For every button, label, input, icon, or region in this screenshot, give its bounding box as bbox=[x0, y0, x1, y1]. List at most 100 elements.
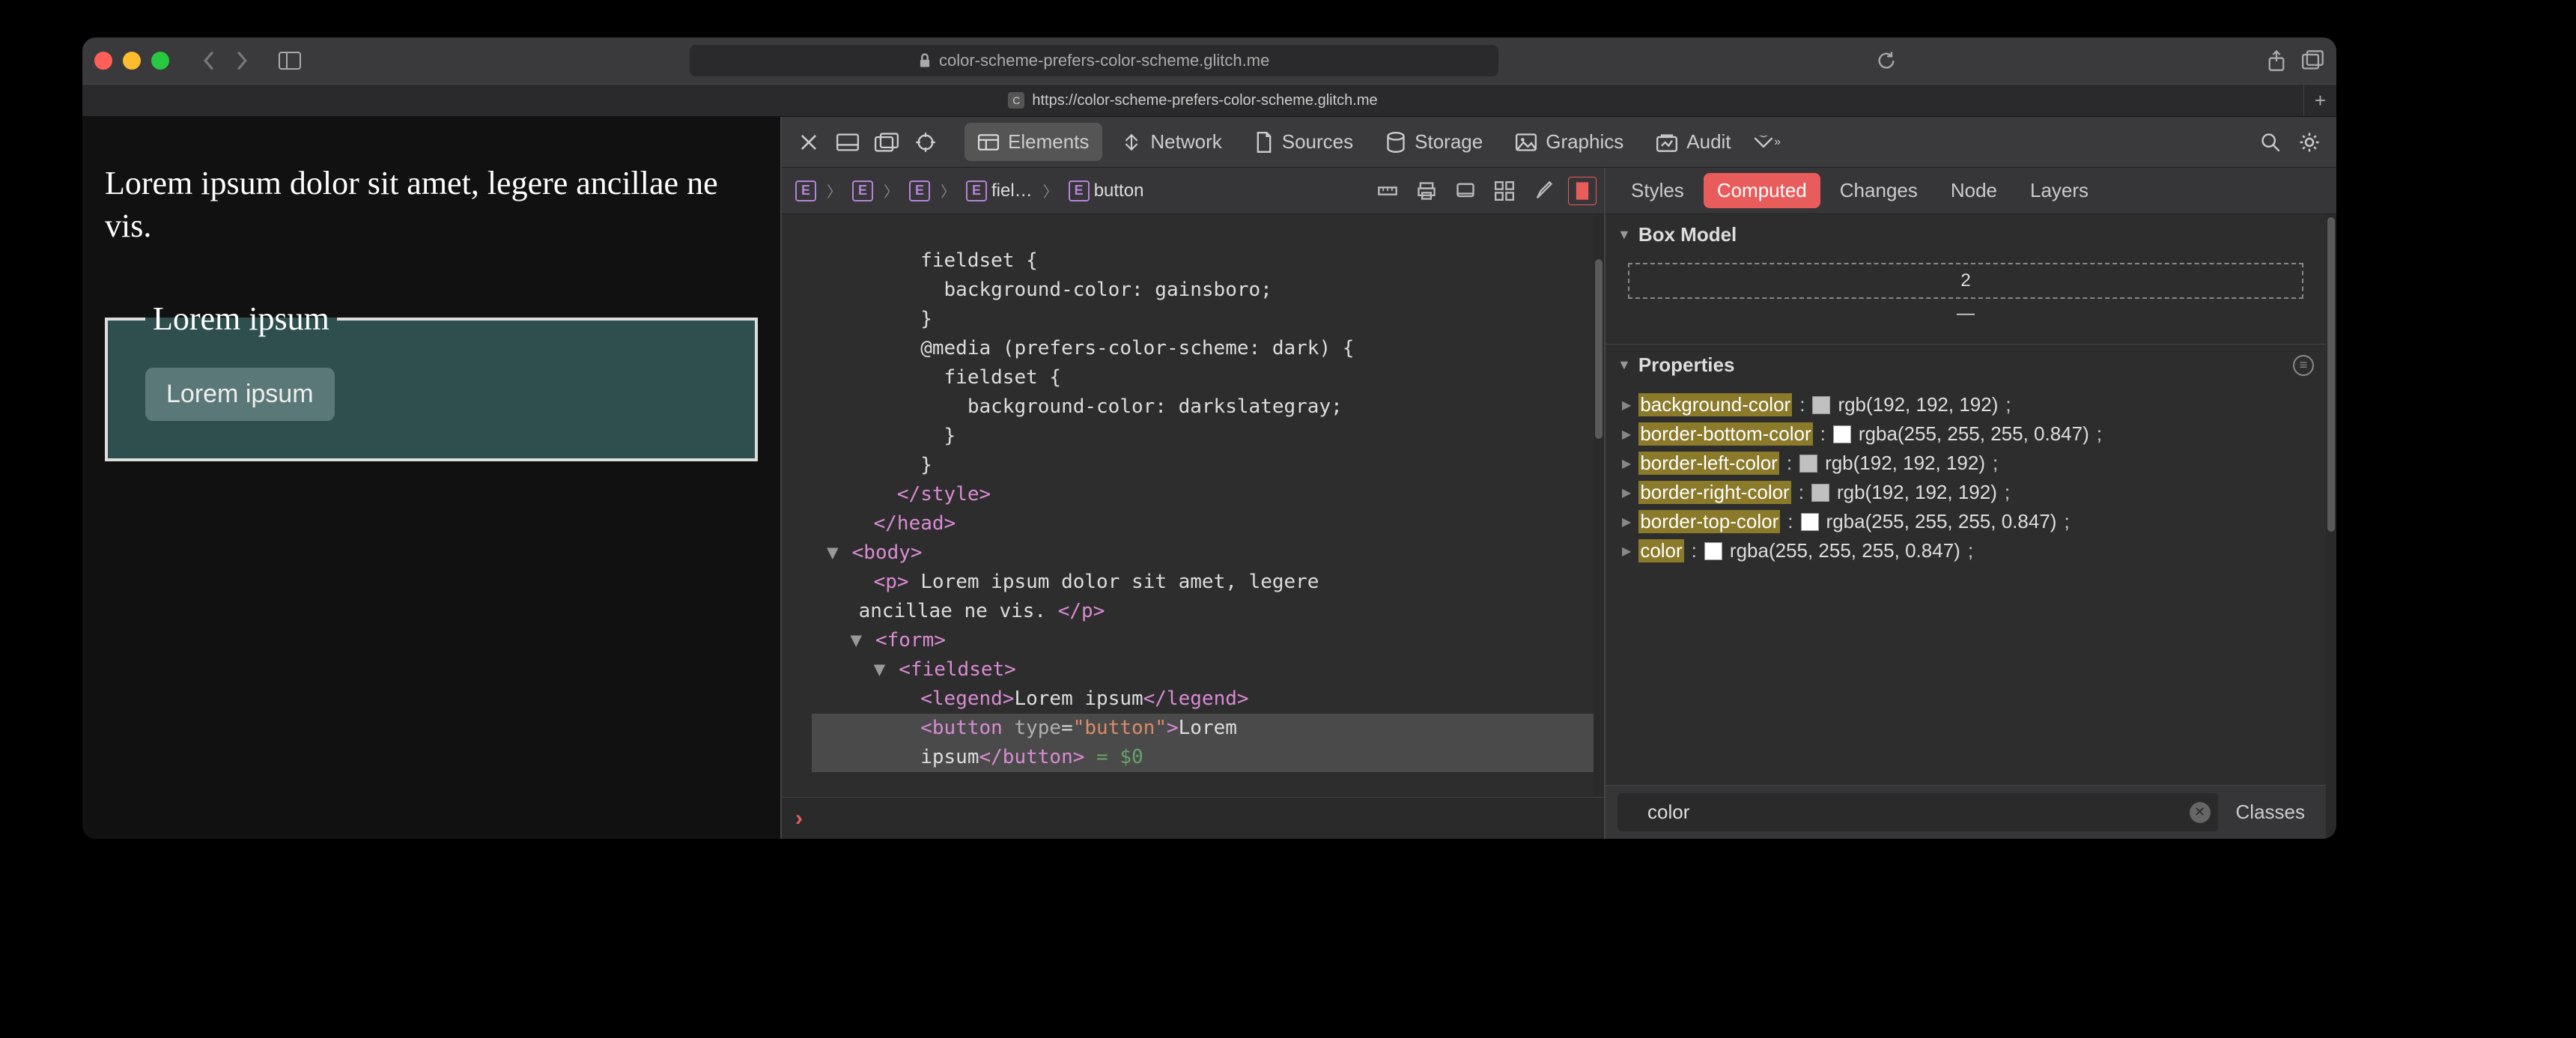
address-bar[interactable]: color-scheme-prefers-color-scheme.glitch… bbox=[690, 45, 1498, 76]
classes-button[interactable]: Classes bbox=[2227, 796, 2314, 828]
tab-styles[interactable]: Styles bbox=[1617, 173, 1698, 208]
chevron-right-icon: ▶ bbox=[1622, 515, 1631, 529]
box-model-top: 2 bbox=[1628, 263, 2303, 299]
property-value: rgba(255, 255, 255, 0.847) bbox=[1826, 510, 2057, 533]
breadcrumb-item[interactable]: E bbox=[789, 177, 822, 204]
new-tab-button[interactable]: + bbox=[2303, 85, 2336, 116]
property-row[interactable]: ▶border-top-color: rgba(255, 255, 255, 0… bbox=[1616, 507, 2315, 536]
properties-section: ▼ Properties ≡ ▶background-color: rgb(19… bbox=[1606, 345, 2326, 785]
property-name: border-bottom-color bbox=[1638, 422, 1812, 446]
tab-node[interactable]: Node bbox=[1937, 173, 2011, 208]
print-icon[interactable] bbox=[1412, 177, 1441, 205]
filter-input[interactable] bbox=[1617, 793, 2218, 831]
property-value: rgb(192, 192, 192) bbox=[1825, 452, 1985, 475]
chevron-down-icon: ▼ bbox=[1617, 227, 1631, 243]
tab-graphics[interactable]: Graphics bbox=[1502, 123, 1637, 161]
audit-icon bbox=[1656, 133, 1677, 152]
page-button[interactable]: Lorem ipsum bbox=[145, 368, 335, 421]
breadcrumb-item[interactable]: Efiel… bbox=[960, 177, 1039, 204]
console-caret-icon: › bbox=[795, 806, 803, 831]
chevron-right-icon: ▶ bbox=[1622, 485, 1631, 500]
elements-panel: E 〉 E 〉 E 〉 Efiel… 〉 Ebutton bbox=[782, 168, 1606, 839]
forward-button[interactable] bbox=[226, 46, 258, 75]
breadcrumb-item[interactable]: E bbox=[903, 177, 936, 204]
property-value: rgba(255, 255, 255, 0.847) bbox=[1730, 539, 1960, 562]
properties-header[interactable]: ▼ Properties ≡ bbox=[1606, 345, 2326, 386]
breadcrumb-item[interactable]: Ebutton bbox=[1063, 177, 1150, 204]
favicon: C bbox=[1008, 92, 1024, 109]
page-legend: Lorem ipsum bbox=[145, 300, 337, 338]
inspect-target-icon[interactable] bbox=[909, 126, 942, 159]
reload-button[interactable] bbox=[1876, 50, 1897, 71]
page-fieldset: Lorem ipsum Lorem ipsum bbox=[105, 300, 758, 461]
color-swatch[interactable] bbox=[1811, 484, 1829, 502]
style-tabs: Styles Computed Changes Node Layers bbox=[1606, 168, 2336, 214]
settings-gear-icon[interactable] bbox=[2293, 126, 2326, 159]
property-row[interactable]: ▶color: rgba(255, 255, 255, 0.847); bbox=[1616, 536, 2315, 565]
tab-network[interactable]: Network bbox=[1108, 123, 1235, 161]
color-swatch[interactable] bbox=[1799, 455, 1817, 473]
tab-changes[interactable]: Changes bbox=[1826, 173, 1931, 208]
brush-icon[interactable] bbox=[1529, 177, 1558, 205]
box-model-section: ▼ Box Model 2 — bbox=[1606, 214, 2326, 345]
sources-icon bbox=[1255, 132, 1273, 153]
tab-sources[interactable]: Sources bbox=[1242, 123, 1367, 161]
graphics-icon bbox=[1516, 133, 1537, 151]
styles-scrollbar[interactable] bbox=[2326, 214, 2336, 839]
clear-filter-icon[interactable]: ✕ bbox=[2190, 802, 2211, 823]
tab-bar: C https://color-scheme-prefers-color-sch… bbox=[82, 84, 2336, 117]
box-model-mid: — bbox=[1628, 299, 2303, 329]
tab-title: https://color-scheme-prefers-color-schem… bbox=[1032, 92, 1377, 109]
ruler-icon[interactable] bbox=[1373, 177, 1402, 205]
filter-row: ☰ ✕ Classes bbox=[1606, 785, 2326, 839]
titlebar: color-scheme-prefers-color-scheme.glitch… bbox=[82, 37, 2336, 84]
tab-storage[interactable]: Storage bbox=[1373, 123, 1496, 161]
back-button[interactable] bbox=[193, 46, 225, 75]
device-icon[interactable] bbox=[1451, 177, 1480, 205]
tabs-overview-icon[interactable] bbox=[2302, 50, 2324, 71]
share-icon[interactable] bbox=[2266, 49, 2287, 72]
property-name: border-right-color bbox=[1638, 481, 1790, 504]
filter-options-icon[interactable]: ≡ bbox=[2293, 355, 2314, 376]
traffic-lights bbox=[94, 52, 169, 70]
box-model-header[interactable]: ▼ Box Model bbox=[1606, 214, 2326, 255]
page-paragraph: Lorem ipsum dolor sit amet, legere ancil… bbox=[105, 162, 758, 247]
property-row[interactable]: ▶border-left-color: rgb(192, 192, 192); bbox=[1616, 449, 2315, 478]
browser-tab[interactable]: C https://color-scheme-prefers-color-sch… bbox=[82, 85, 2303, 116]
maximize-window-button[interactable] bbox=[151, 52, 169, 70]
tab-computed[interactable]: Computed bbox=[1704, 173, 1820, 208]
breadcrumb-item[interactable]: E bbox=[846, 177, 879, 204]
property-row[interactable]: ▶background-color: rgb(192, 192, 192); bbox=[1616, 390, 2315, 419]
chevron-right-icon: ▶ bbox=[1622, 544, 1631, 559]
search-icon[interactable] bbox=[2254, 126, 2287, 159]
color-swatch[interactable] bbox=[1833, 425, 1851, 443]
property-name: border-top-color bbox=[1638, 510, 1780, 533]
property-row[interactable]: ▶border-right-color: rgb(192, 192, 192); bbox=[1616, 478, 2315, 507]
highlight-icon[interactable] bbox=[1568, 177, 1597, 205]
property-name: border-left-color bbox=[1638, 452, 1779, 475]
sidebar-toggle-icon[interactable] bbox=[274, 46, 306, 75]
dock-bottom-icon[interactable] bbox=[831, 126, 864, 159]
minimize-window-button[interactable] bbox=[123, 52, 141, 70]
dom-source[interactable]: fieldset { background-color: gainsboro; … bbox=[782, 214, 1594, 797]
property-row[interactable]: ▶border-bottom-color: rgba(255, 255, 255… bbox=[1616, 419, 2315, 449]
color-swatch[interactable] bbox=[1801, 513, 1819, 531]
tab-elements[interactable]: Elements bbox=[965, 123, 1102, 161]
nav-buttons bbox=[193, 46, 258, 75]
color-swatch[interactable] bbox=[1704, 542, 1722, 560]
rendered-page: Lorem ipsum dolor sit amet, legere ancil… bbox=[82, 117, 780, 839]
chevron-right-icon: ▶ bbox=[1622, 456, 1631, 471]
more-tabs-icon[interactable]: » bbox=[1751, 126, 1784, 159]
devtools-body: E 〉 E 〉 E 〉 Efiel… 〉 Ebutton bbox=[782, 168, 2336, 839]
dock-side-icon[interactable] bbox=[870, 126, 903, 159]
tab-layers[interactable]: Layers bbox=[2017, 173, 2102, 208]
tab-audit[interactable]: Audit bbox=[1643, 123, 1744, 161]
chevron-right-icon: ▶ bbox=[1622, 398, 1631, 413]
color-swatch[interactable] bbox=[1812, 396, 1830, 414]
close-window-button[interactable] bbox=[94, 52, 112, 70]
grid-icon[interactable] bbox=[1490, 177, 1519, 205]
close-devtools-icon[interactable] bbox=[792, 126, 825, 159]
source-scrollbar[interactable] bbox=[1594, 214, 1604, 797]
console-prompt[interactable]: › bbox=[782, 797, 1604, 839]
devtools-tabs: Elements Network Sources Storage Graphic… bbox=[782, 117, 2336, 168]
